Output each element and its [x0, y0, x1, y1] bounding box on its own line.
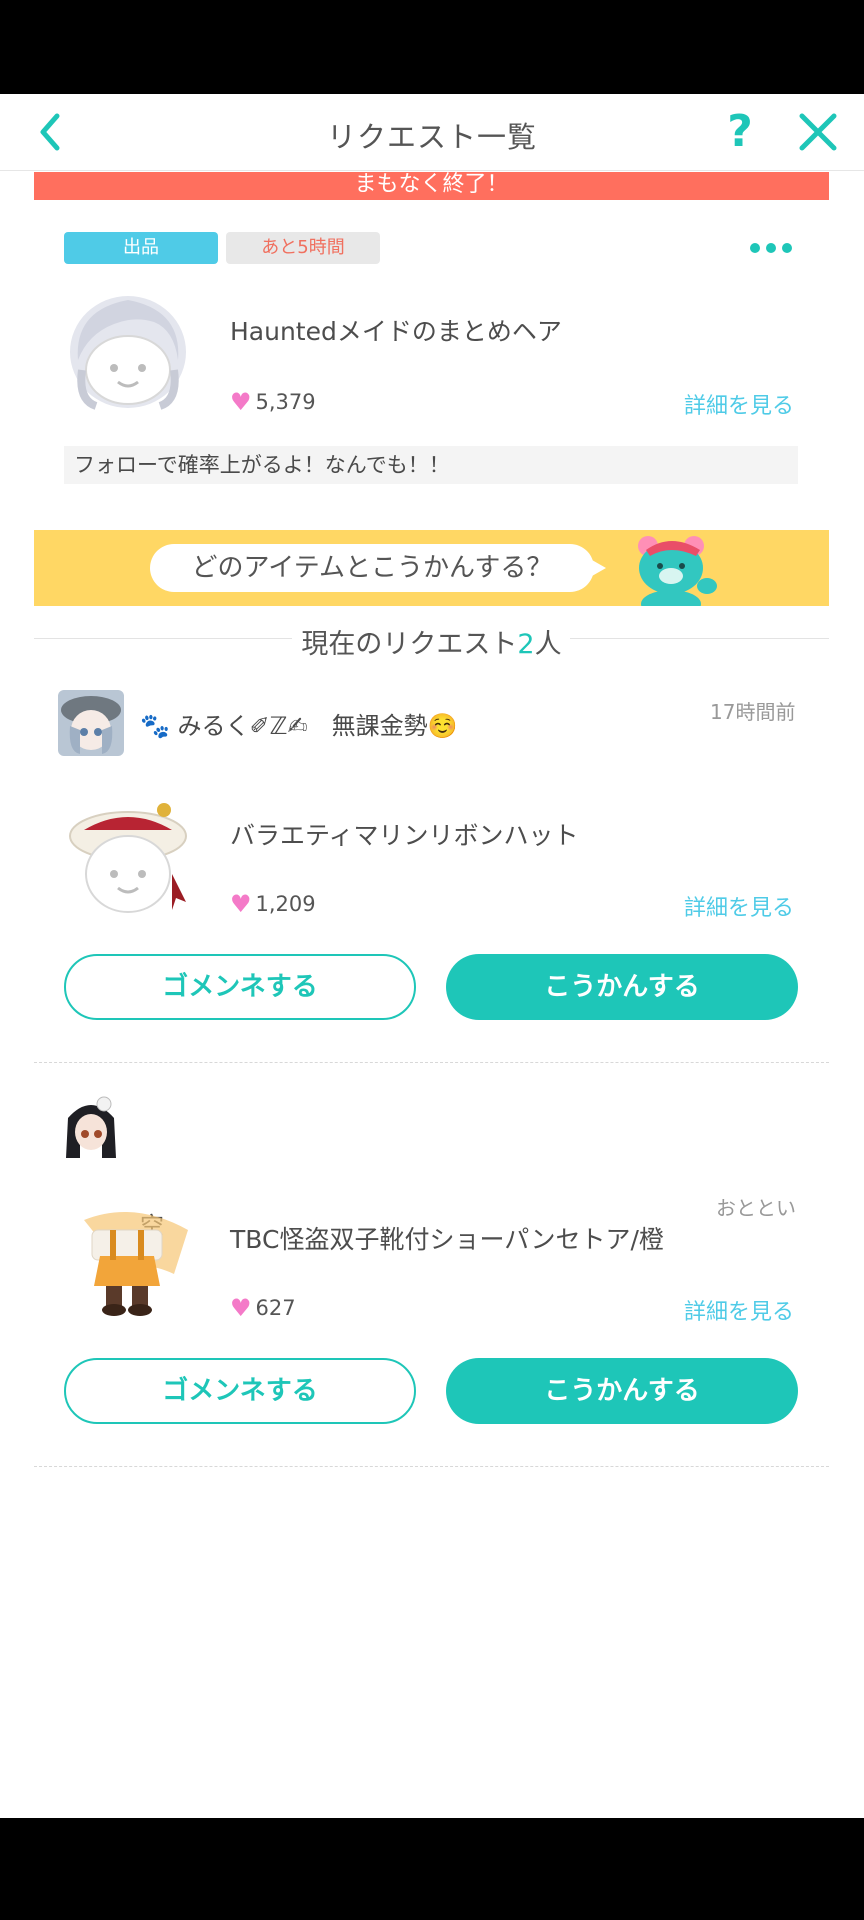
close-button[interactable]: [794, 108, 842, 156]
tag-type: 出品: [64, 232, 218, 264]
request-detail-link[interactable]: 詳細を見る: [684, 890, 794, 922]
user-avatar-image: [58, 690, 124, 756]
ending-soon-banner: まもなく終了！: [34, 172, 829, 200]
listing-detail-link[interactable]: 詳細を見る: [684, 388, 794, 420]
requests-count-label: 現在のリクエスト2人: [301, 629, 562, 660]
request-item-thumbnail[interactable]: [64, 1200, 194, 1330]
accept-button[interactable]: こうかんする: [446, 954, 798, 1020]
likes-count: 5,379: [255, 390, 316, 414]
user-avatar-image: [58, 1092, 124, 1158]
accept-button[interactable]: こうかんする: [446, 1358, 798, 1424]
heart-icon: ♥: [230, 388, 252, 416]
listing-likes: ♥ 5,379: [230, 388, 316, 416]
requester-name: 🐾 みるく✐ℤ✍︎ 無課金勢☺️: [140, 712, 458, 740]
app-screen: リクエスト一覧 ? まもなく終了！ 出品 あと5時間 Hauntedメイドのまと…: [0, 94, 864, 1818]
request-item-name: バラエティマリンリボンハット: [230, 821, 579, 850]
likes-count: 1,209: [255, 892, 316, 916]
heart-icon: ♥: [230, 890, 252, 918]
request-time: おととい: [716, 1196, 796, 1220]
tag-time-left: あと5時間: [226, 232, 380, 264]
request-likes: ♥ 627: [230, 1294, 296, 1322]
decline-button[interactable]: ゴメンネする: [64, 1358, 416, 1424]
listing-item-thumbnail[interactable]: [64, 290, 194, 420]
hat-item-image: [69, 803, 187, 913]
heart-icon: ♥: [230, 1294, 252, 1322]
status-bar: [0, 0, 864, 94]
listing-item-name: Hauntedメイドのまとめヘア: [230, 317, 562, 346]
requests-section-header: 現在のリクエスト2人: [34, 618, 829, 660]
close-icon: [799, 113, 837, 151]
request-item-name: TBC怪盗双子靴付ショーパンセトア/橙: [230, 1225, 664, 1254]
exchange-banner[interactable]: どのアイテムとこうかんする？: [34, 530, 829, 606]
outfit-item-image: [84, 1212, 188, 1316]
hair-item-image: [70, 296, 186, 410]
exchange-prompt: どのアイテムとこうかんする？: [150, 544, 606, 592]
listing-comment: フォローで確率上がるよ！なんでも！！: [64, 446, 798, 484]
request-time: 17時間前: [710, 700, 796, 724]
request-item-thumbnail[interactable]: [64, 794, 194, 924]
more-options-icon[interactable]: [750, 236, 796, 260]
help-button[interactable]: ?: [718, 102, 762, 162]
divider: [34, 1466, 829, 1467]
divider: [34, 1062, 829, 1063]
avatar[interactable]: [58, 1092, 124, 1158]
avatar[interactable]: [58, 690, 124, 756]
decline-button[interactable]: ゴメンネする: [64, 954, 416, 1020]
header: リクエスト一覧 ?: [0, 94, 864, 171]
likes-count: 627: [255, 1296, 296, 1320]
listing-tags: 出品 あと5時間: [64, 232, 380, 264]
bear-mascot-icon: [638, 536, 717, 606]
system-nav-bar: [0, 1818, 864, 1920]
request-detail-link[interactable]: 詳細を見る: [684, 1294, 794, 1326]
request-likes: ♥ 1,209: [230, 890, 316, 918]
